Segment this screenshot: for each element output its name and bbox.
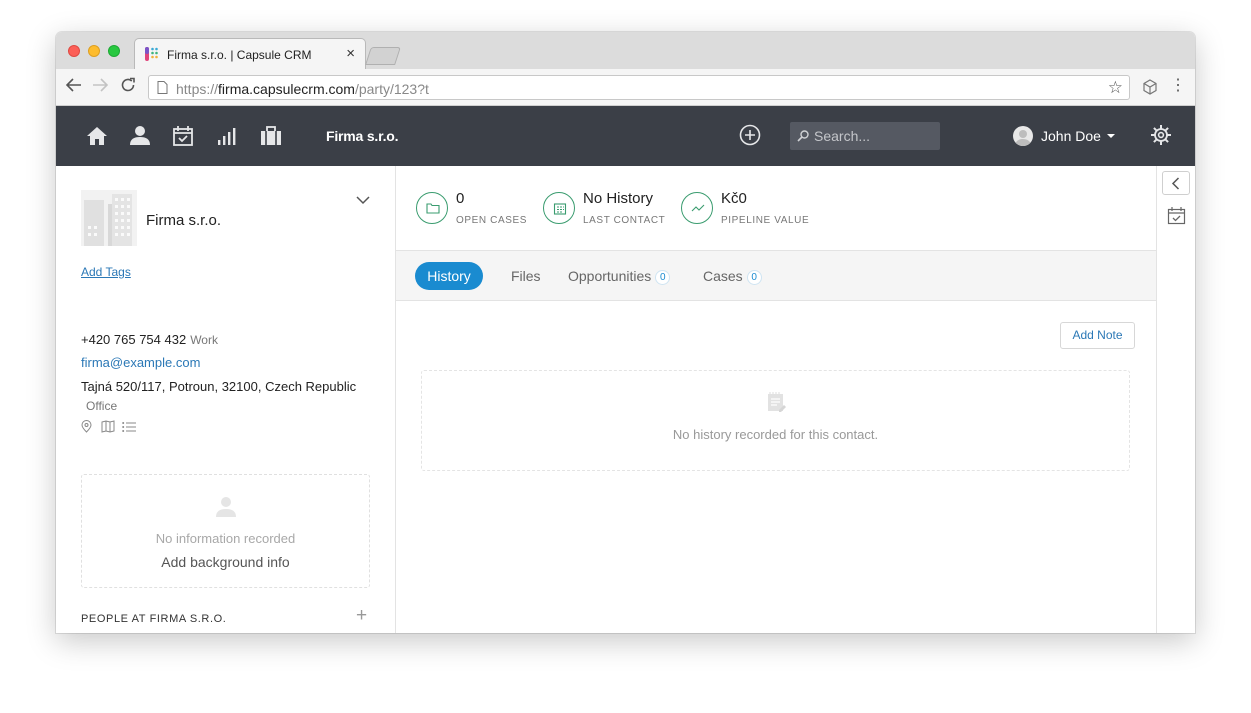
close-window-button[interactable]: [68, 45, 80, 57]
search-input[interactable]: [814, 122, 934, 150]
capsule-favicon-icon: [145, 47, 158, 61]
phone-number[interactable]: +420 765 754 432: [81, 332, 186, 347]
star-icon[interactable]: ☆: [1108, 78, 1123, 98]
reload-icon[interactable]: [118, 77, 138, 97]
add-icon[interactable]: [739, 124, 761, 146]
tab-files[interactable]: Files: [511, 262, 541, 290]
tab-title: Firma s.r.o. | Capsule CRM: [167, 48, 312, 62]
main-panel: 0 OPEN CASES No History LAST CONTACT Kč0…: [396, 166, 1156, 633]
address-type: Office: [86, 399, 118, 413]
folder-icon: [416, 192, 448, 224]
tab-opportunities[interactable]: Opportunities 0: [568, 262, 671, 290]
history-empty-text: No history recorded for this contact.: [672, 427, 879, 442]
forward-icon[interactable]: [90, 77, 110, 97]
add-person-icon[interactable]: +: [356, 606, 367, 625]
stat-value: No History: [583, 190, 654, 207]
caret-down-icon: [1107, 134, 1115, 138]
stat-label: PIPELINE VALUE: [721, 215, 810, 226]
tab-history[interactable]: History: [415, 262, 483, 290]
collapse-panel-button[interactable]: [1162, 171, 1190, 195]
count-badge: 0: [746, 270, 762, 285]
page-title: Firma s.r.o.: [326, 128, 399, 144]
person-icon: [216, 497, 236, 517]
add-note-button[interactable]: Add Note: [1060, 322, 1135, 349]
phone-type: Work: [190, 333, 218, 347]
add-background-info-link[interactable]: Add background info: [82, 554, 369, 570]
organization-name: Firma s.r.o.: [146, 212, 222, 229]
browser-tab[interactable]: Firma s.r.o. | Capsule CRM ×: [134, 38, 366, 69]
history-empty-state: No history recorded for this contact.: [421, 370, 1130, 471]
search-box: [790, 122, 940, 150]
stat-label: LAST CONTACT: [583, 215, 666, 226]
gear-icon[interactable]: [1150, 124, 1172, 146]
list-icon[interactable]: [122, 420, 136, 438]
search-icon: [797, 130, 809, 142]
note-icon: [768, 392, 786, 412]
address: Tajná 520/117, Potroun, 32100, Czech Rep…: [81, 379, 357, 394]
back-icon[interactable]: [64, 77, 84, 97]
right-rail: [1156, 166, 1195, 633]
calendar-icon: [543, 192, 575, 224]
tab-label: Cases: [703, 268, 743, 284]
trend-icon: [681, 192, 713, 224]
email-link[interactable]: firma@example.com: [81, 355, 200, 370]
task-calendar-icon[interactable]: [1167, 206, 1186, 225]
maximize-window-button[interactable]: [108, 45, 120, 57]
stat-value: Kč0: [721, 190, 747, 207]
add-tags-link[interactable]: Add Tags: [81, 265, 131, 279]
phone-row: +420 765 754 432 Work: [81, 332, 218, 347]
tab-strip: Firma s.r.o. | Capsule CRM ×: [56, 32, 1195, 69]
briefcase-icon[interactable]: [260, 124, 282, 148]
minimize-window-button[interactable]: [88, 45, 100, 57]
map-icon[interactable]: [101, 420, 115, 438]
background-empty-text: No information recorded: [155, 531, 296, 546]
map-pin-icon[interactable]: [81, 420, 92, 438]
home-icon[interactable]: [86, 124, 108, 148]
user-name: John Doe: [1041, 128, 1101, 144]
address-bar[interactable]: https://firma.capsulecrm.com/party/123?t…: [148, 75, 1130, 100]
chart-icon[interactable]: [216, 124, 238, 148]
avatar: [1013, 126, 1033, 146]
url-text: https://firma.capsulecrm.com/party/123?t: [176, 81, 429, 97]
tab-label: Opportunities: [568, 268, 652, 284]
tab-close-icon[interactable]: ×: [346, 45, 355, 62]
stat-value: 0: [456, 190, 465, 207]
menu-icon[interactable]: ⋮: [1170, 76, 1186, 96]
background-info-box: No information recorded Add background i…: [81, 474, 370, 588]
summary-stats: 0 OPEN CASES No History LAST CONTACT Kč0…: [396, 166, 1156, 251]
tab-cases[interactable]: Cases 0: [703, 262, 762, 290]
party-sidebar: Firma s.r.o. Add Tags +420 765 754 432 Wo…: [56, 166, 396, 633]
app-header: Firma s.r.o. John Doe: [56, 106, 1195, 166]
browser-window: Firma s.r.o. | Capsule CRM × https://fir…: [56, 32, 1195, 633]
chevron-left-icon: [1171, 177, 1180, 190]
chevron-down-icon[interactable]: [356, 196, 370, 205]
organization-avatar-icon: [81, 190, 137, 246]
page-icon: [157, 81, 168, 94]
person-icon[interactable]: [129, 124, 151, 148]
stat-label: OPEN CASES: [456, 215, 528, 226]
browser-toolbar: https://firma.capsulecrm.com/party/123?t…: [56, 69, 1195, 106]
count-badge: 0: [655, 270, 671, 285]
people-section-title: PEOPLE AT FIRMA S.R.O.: [81, 613, 227, 625]
content-tabs: History Files Opportunities 0 Cases 0: [396, 251, 1156, 301]
new-tab-button[interactable]: [365, 47, 401, 65]
extension-icon[interactable]: [1142, 79, 1158, 95]
calendar-icon[interactable]: [172, 124, 194, 148]
